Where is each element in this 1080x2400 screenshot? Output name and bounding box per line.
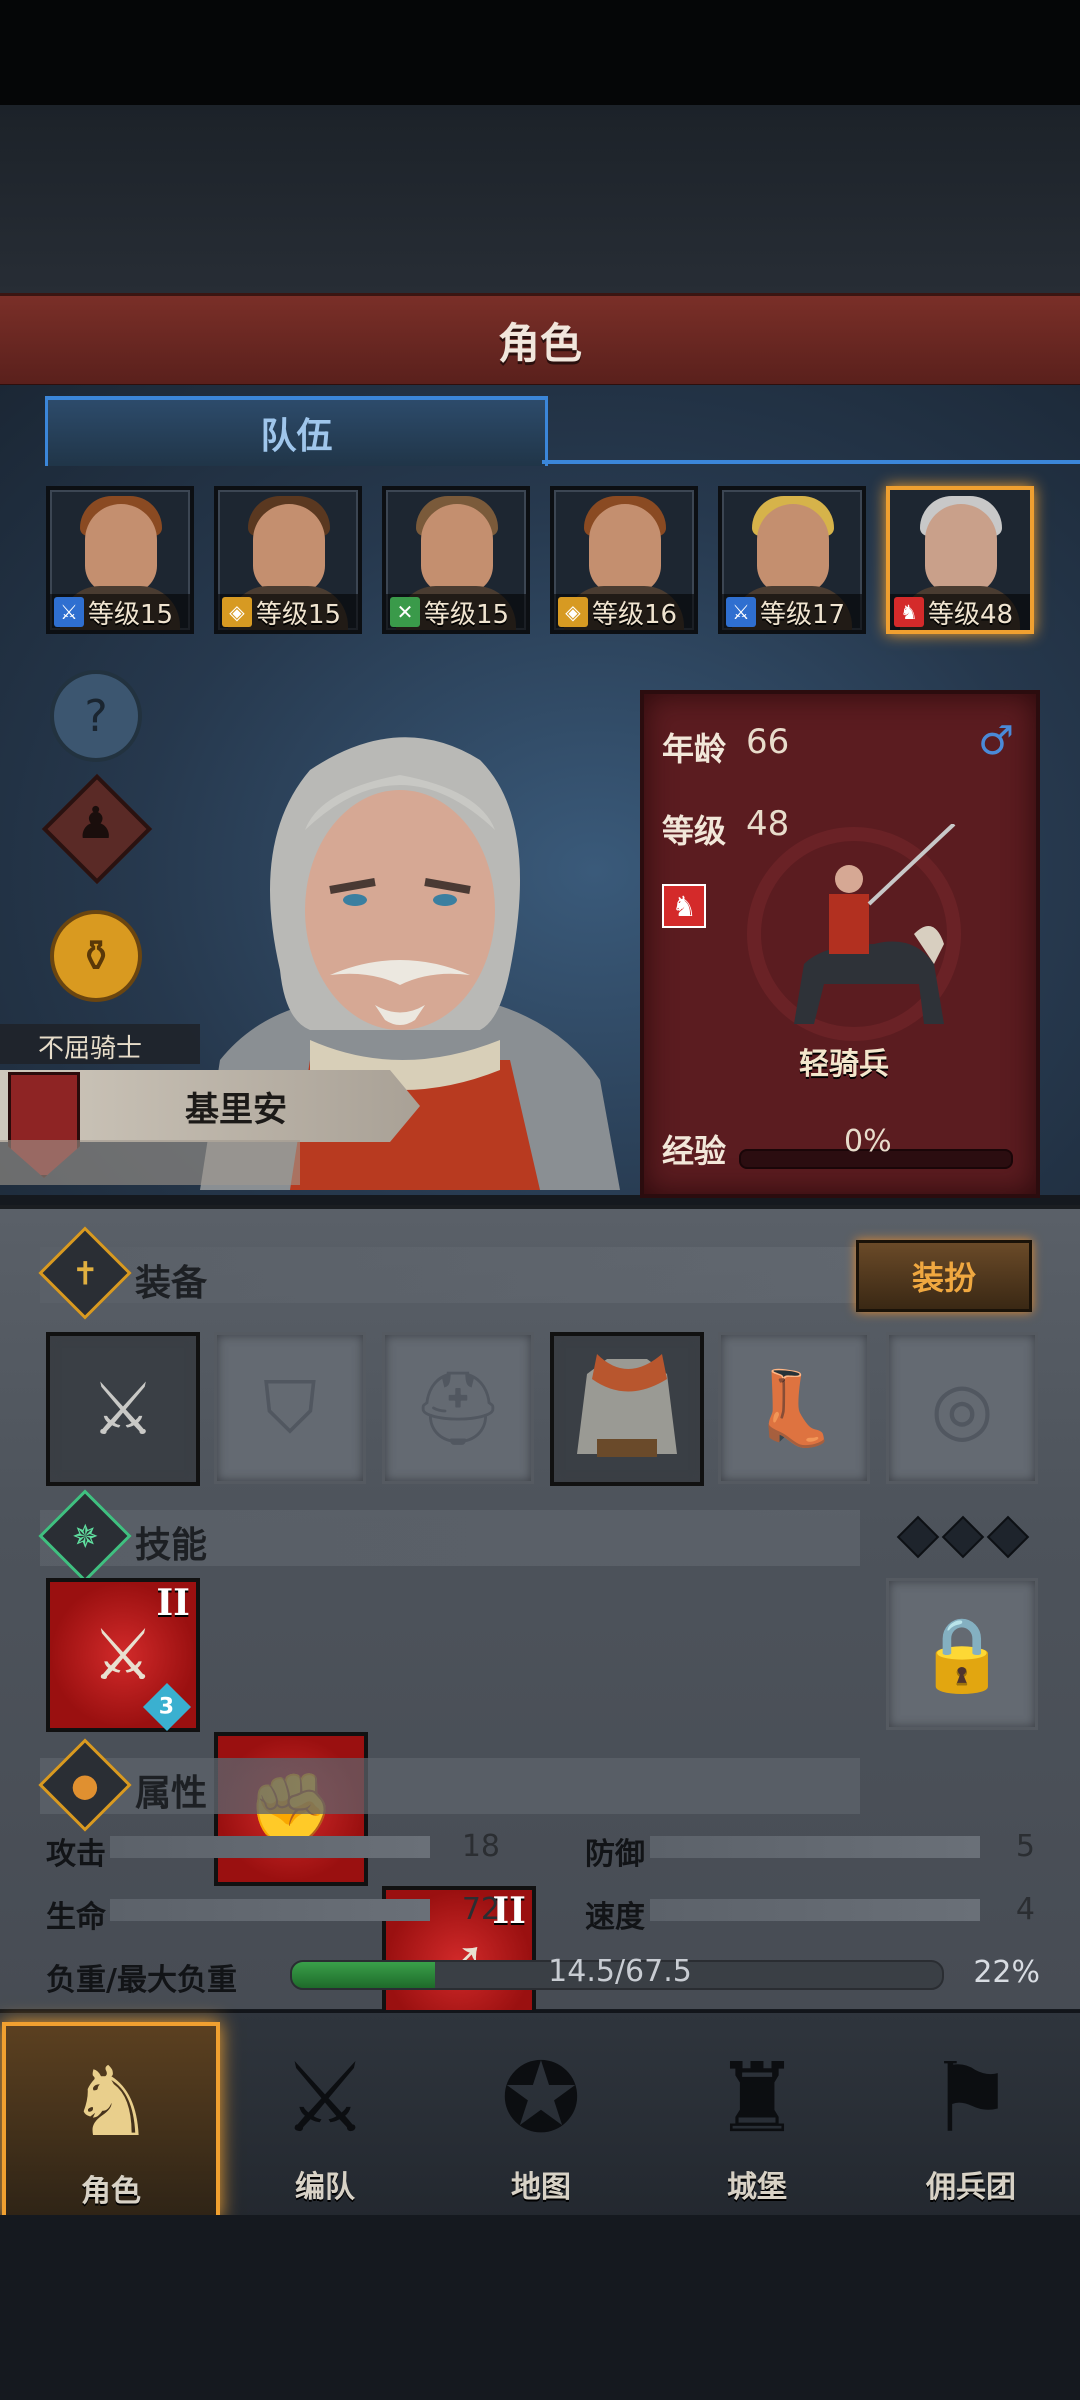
tab-team-label: 队伍 [260,416,333,457]
skill-rank: II [156,1582,190,1624]
hp-value: 72 [461,1892,500,1927]
nameplate-ribbon [0,1140,300,1185]
nav-map-label: 地图 [511,2170,571,2205]
armor-icon [577,1354,677,1457]
roster-portrait-2[interactable]: ◈ 等级15 [214,486,362,634]
load-bar-fill [292,1962,435,1988]
load-value: 14.5/67.5 [548,1954,692,1989]
skill-slot-1[interactable]: ⚔ II 3 [46,1578,200,1732]
exp-value: 0% [844,1124,892,1159]
defense-label: 防御 [585,1837,645,1872]
speed-value: 4 [1015,1892,1035,1927]
level-label: 等级 [662,812,727,850]
roster-portrait-6-selected[interactable]: ♞ 等级48 [886,486,1034,634]
roster-level: 等级17 [760,599,846,630]
skills-title: 技能 [135,1525,208,1566]
defense-bar [650,1836,980,1858]
roster-level: 等级48 [928,599,1014,630]
sword-icon: ⚔ [90,1367,156,1451]
shield-icon: ◈ [222,597,252,627]
horse-icon: ♞ [662,884,706,928]
nav-mercenaries-label: 佣兵团 [926,2170,1016,2205]
shield-icon: ◈ [558,597,588,627]
nav-castle-label: 城堡 [727,2170,787,2205]
attack-label: 攻击 [46,1837,106,1872]
bow-icon: ✕ [390,597,420,627]
potion-icon: ⚱ [77,930,115,982]
nav-character[interactable]: ♞ 角色 [2,2022,220,2220]
character-name: 基里安 [185,1089,287,1130]
boots-icon: 👢 [749,1365,839,1450]
compass-icon: ✪ [500,2042,582,2154]
nav-mercenaries[interactable]: ⚑ 佣兵团 [866,2022,1076,2212]
attack-bar [110,1836,430,1858]
nav-map[interactable]: ✪ 地图 [436,2022,646,2212]
equipment-title: 装备 [135,1263,208,1304]
attack-value: 18 [461,1829,500,1864]
system-nav-area [0,2215,1080,2400]
character-title-plate: 不屈骑士 [0,1024,200,1064]
class-label: 轻骑兵 [799,1047,889,1082]
exp-label: 经验 [662,1132,727,1170]
hp-bar [110,1899,430,1921]
roster-level: 等级15 [424,599,510,630]
skill-slot-locked[interactable]: 🔒 [886,1578,1038,1730]
equip-slot-ring[interactable]: ◎ [886,1332,1038,1484]
sword-icon: ⚔ [726,597,756,627]
knight-icon: ♞ [67,2046,155,2158]
hp-label: 生命 [46,1900,106,1935]
shield-icon: ⛉ [262,1365,317,1449]
castle-icon: ♜ [713,2042,801,2154]
male-icon: ♂ [978,718,1014,764]
roster-level: 等级16 [592,599,678,630]
light-cavalry-figure [747,824,961,1041]
equip-slot-boots[interactable]: 👢 [718,1332,870,1484]
roster-level: 等级15 [88,599,174,630]
roster-portrait-5[interactable]: ⚔ 等级17 [718,486,866,634]
horse-icon: ♞ [894,597,924,627]
soldier-icon: ♟ [76,798,116,849]
nav-formation[interactable]: ⚔ 编队 [220,2022,430,2212]
defense-value: 5 [1015,1829,1035,1864]
equip-slot-shield[interactable]: ⛉ [214,1332,366,1484]
load-percent: 22% [973,1955,1040,1990]
formation-icon: ⚔ [281,2042,369,2154]
dress-button-label: 装扮 [911,1259,976,1297]
potion-button[interactable]: ⚱ [50,910,142,1002]
load-label: 负重/最大负重 [46,1963,237,1998]
nav-character-label: 角色 [81,2174,141,2209]
nav-castle[interactable]: ♜ 城堡 [652,2022,862,2212]
title-bar: 角色 [0,293,1080,388]
equip-slot-helmet[interactable]: ⛑ [382,1332,534,1484]
sword-strike-icon: ⚔ [91,1614,155,1696]
age-value: 66 [746,722,790,762]
top-spacer [0,105,1080,293]
roster-portrait-3[interactable]: ✕ 等级15 [382,486,530,634]
banner-icon: ⚑ [927,2042,1015,2154]
tab-team[interactable]: 队伍 [45,396,548,466]
speed-bar [650,1899,980,1921]
dress-button[interactable]: 装扮 [856,1240,1032,1312]
nav-formation-label: 编队 [295,2170,355,2205]
question-icon: ? [84,690,108,742]
equip-slot-armor[interactable] [550,1332,704,1486]
lock-icon: 🔒 [917,1611,1007,1696]
speed-label: 速度 [585,1900,645,1935]
ring-icon: ◎ [930,1366,994,1450]
character-title: 不屈骑士 [38,1034,143,1064]
help-button[interactable]: ? [50,670,142,762]
age-label: 年龄 [662,730,727,768]
tab-underline [542,460,1080,464]
status-bar-area [0,0,1080,105]
roster-portrait-1[interactable]: ⚔ 等级15 [46,486,194,634]
sword-icon: ⚔ [54,597,84,627]
attributes-title: 属性 [135,1773,208,1814]
roster-portrait-4[interactable]: ◈ 等级16 [550,486,698,634]
character-info-card: 年龄 66 ♂ 等级 48 ♞ 轻骑兵 经验 0% [640,690,1040,1198]
equip-slot-weapon[interactable]: ⚔ [46,1332,200,1486]
page-title: 角色 [497,318,582,368]
roster-level: 等级15 [256,599,342,630]
helmet-icon: ⛑ [412,1365,504,1450]
